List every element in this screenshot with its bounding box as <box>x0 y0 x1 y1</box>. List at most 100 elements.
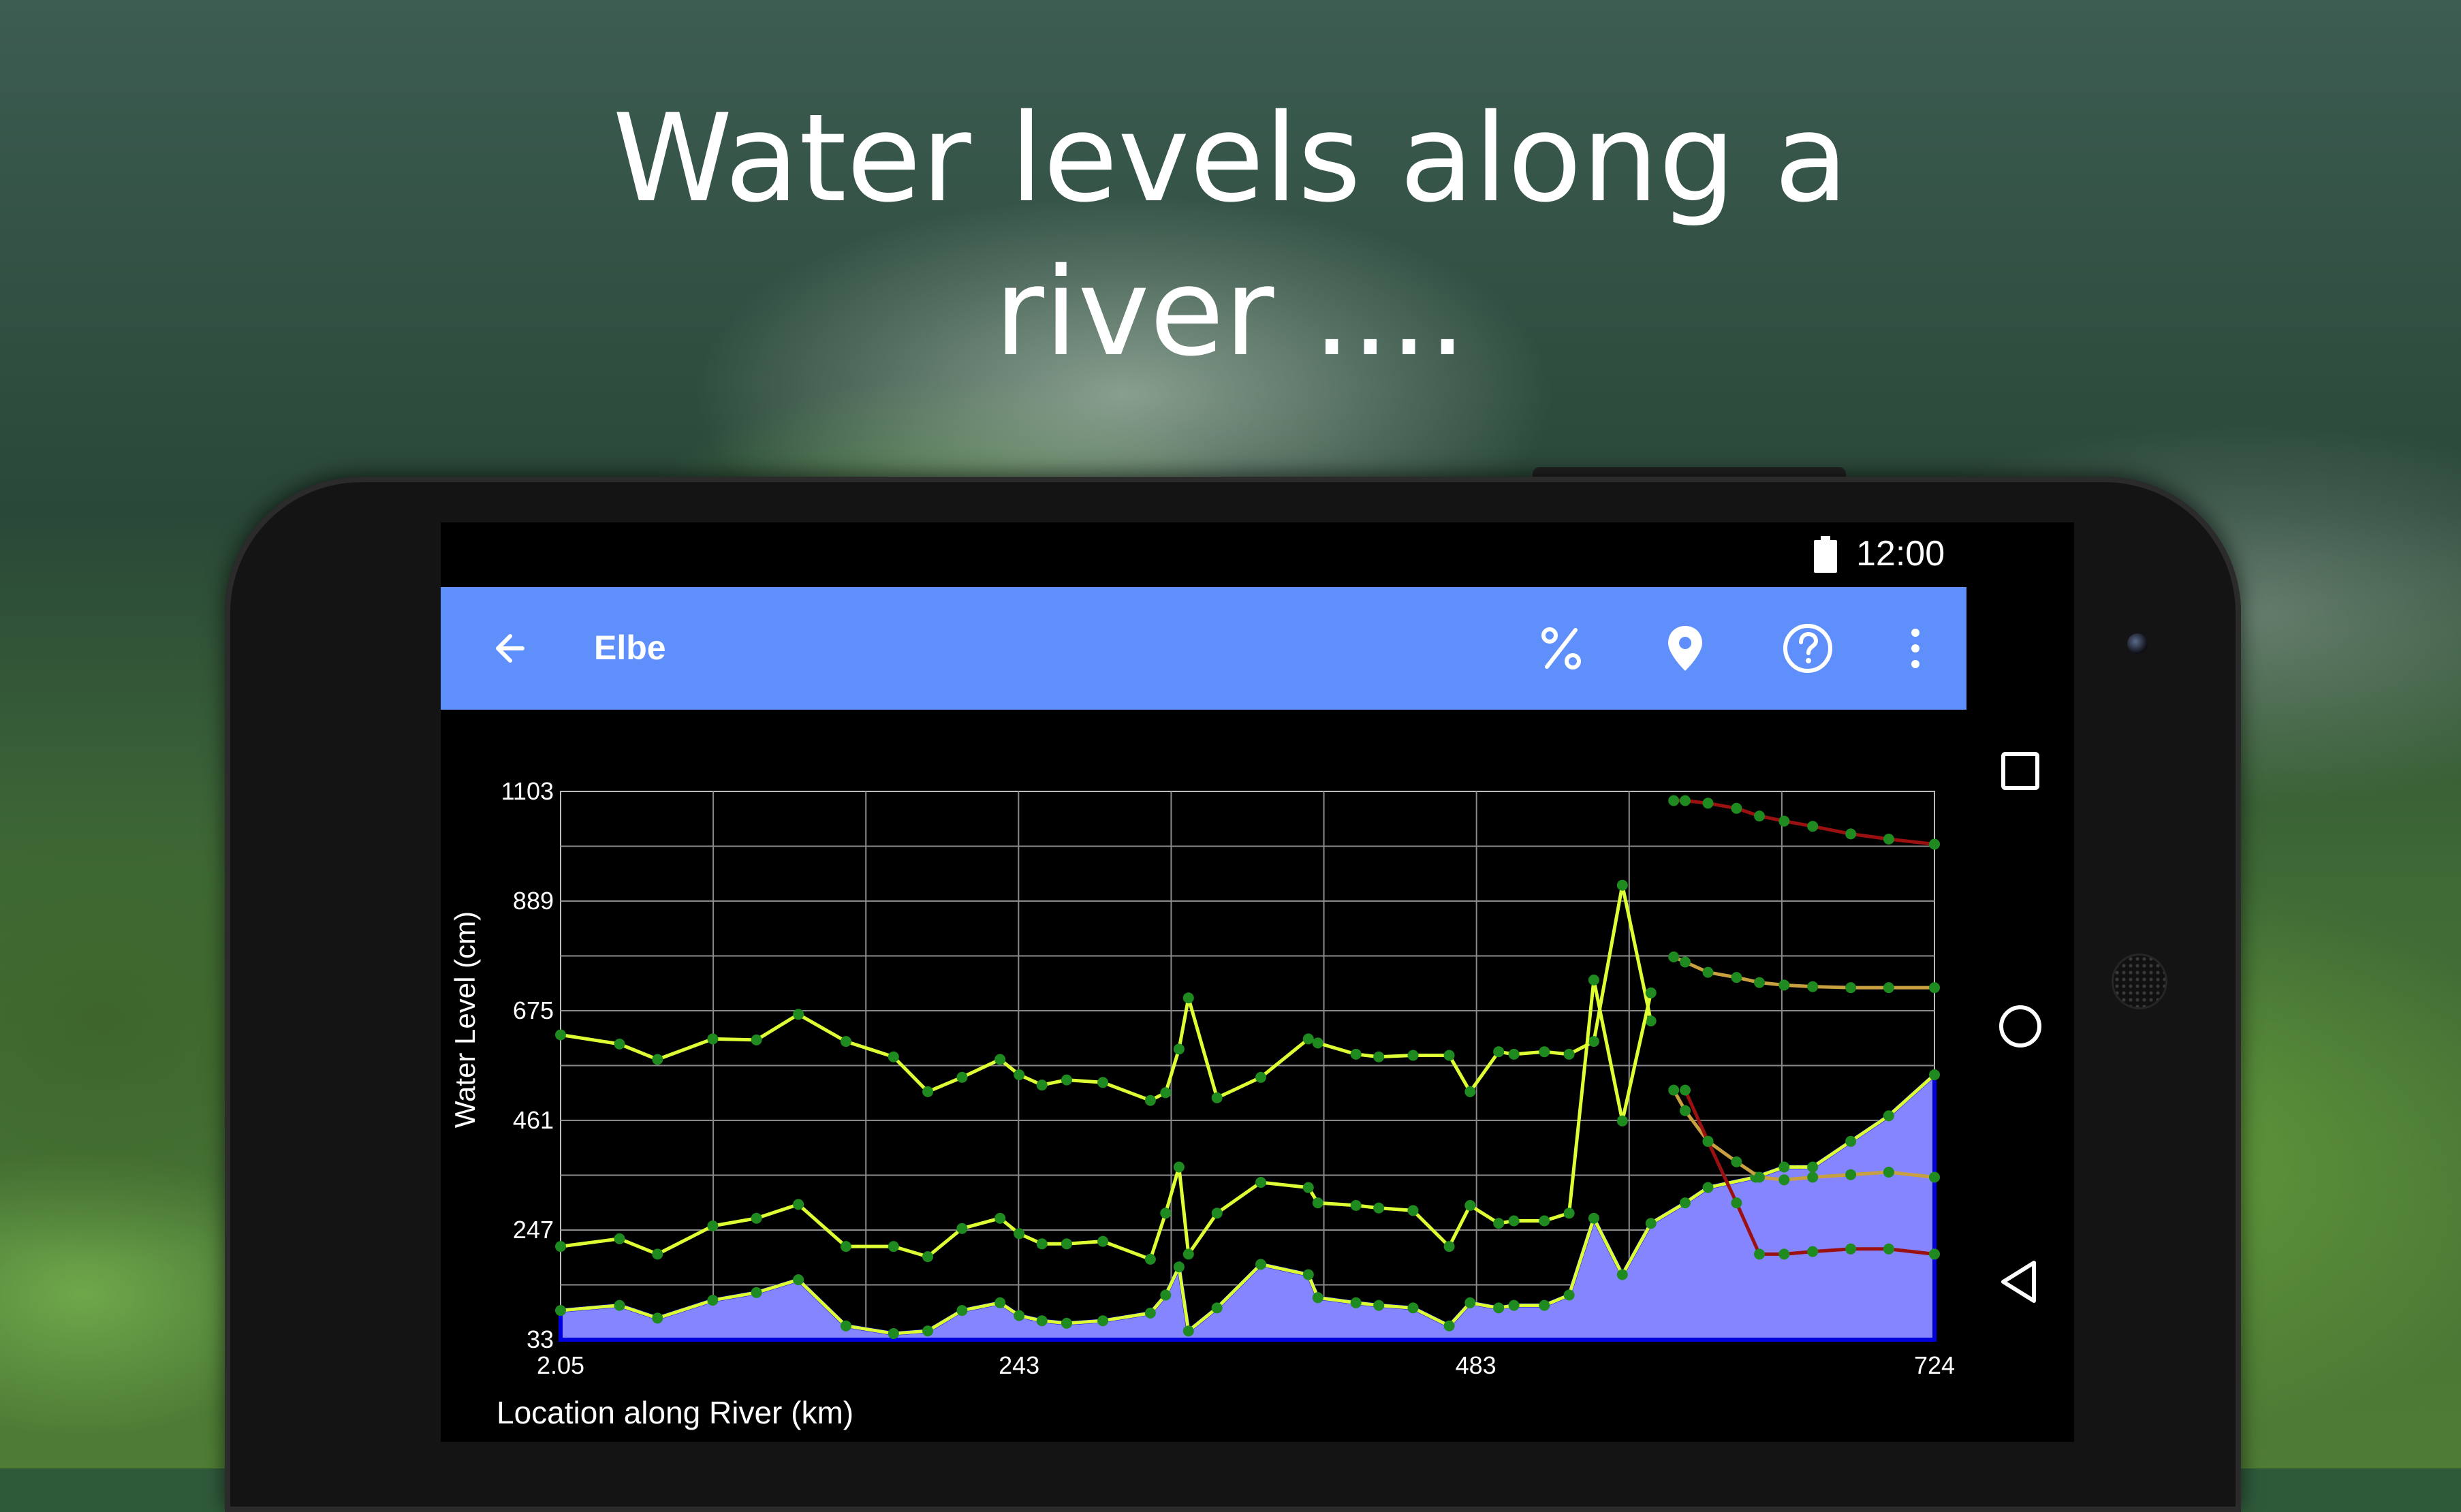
chart-svg: 2.05 243 483 724 1103 889 675 461 247 33 Water Le… <box>449 777 1955 1430</box>
status-bar: 12:00 <box>441 522 2074 587</box>
help-circle-icon[interactable] <box>1777 618 1838 679</box>
data-point <box>840 1241 851 1253</box>
data-point <box>922 1251 934 1263</box>
recent-apps-icon[interactable] <box>1986 737 2054 805</box>
data-point <box>707 1033 719 1045</box>
data-point <box>1778 1174 1790 1186</box>
data-point <box>1182 1325 1194 1337</box>
data-point <box>1845 1169 1857 1180</box>
data-point <box>1883 1167 1894 1178</box>
data-point <box>1883 834 1894 845</box>
data-point <box>956 1223 968 1234</box>
data-point <box>1616 879 1628 891</box>
y-tick-label: 675 <box>513 996 554 1024</box>
map-pin-icon[interactable] <box>1655 618 1716 679</box>
data-point <box>555 1305 566 1317</box>
data-point <box>1014 1310 1025 1321</box>
data-point <box>1255 1259 1266 1270</box>
data-point <box>1350 1199 1362 1211</box>
data-point <box>840 1036 851 1048</box>
data-point <box>555 1241 566 1253</box>
data-point <box>1668 1084 1680 1096</box>
data-point <box>1845 828 1857 840</box>
data-point <box>1211 1302 1223 1314</box>
data-point <box>1443 1320 1455 1332</box>
data-point <box>1508 1048 1520 1060</box>
data-point <box>1680 795 1691 806</box>
more-vertical-icon[interactable] <box>1885 618 1946 679</box>
data-point <box>1807 981 1819 992</box>
data-point <box>1373 1300 1385 1311</box>
data-point <box>652 1054 663 1065</box>
data-point <box>614 1233 625 1244</box>
data-point <box>1702 1135 1714 1147</box>
data-point <box>1173 1261 1185 1273</box>
data-point <box>1312 1037 1323 1049</box>
data-point <box>1097 1077 1109 1088</box>
home-icon[interactable] <box>1986 992 2054 1060</box>
data-point <box>1464 1199 1476 1211</box>
data-point <box>707 1295 719 1306</box>
data-point <box>1014 1069 1025 1080</box>
data-point <box>1754 810 1765 822</box>
data-point <box>1563 1289 1575 1301</box>
data-point <box>1464 1086 1476 1097</box>
data-point <box>840 1320 851 1332</box>
data-point <box>1588 1036 1599 1048</box>
data-point <box>1680 956 1691 968</box>
data-point <box>1160 1087 1172 1099</box>
headline-line-2: river .... <box>994 242 1467 383</box>
phone-speaker <box>2112 954 2167 1009</box>
data-point <box>1373 1051 1385 1062</box>
data-point <box>1929 1069 1940 1080</box>
data-point <box>1061 1238 1072 1250</box>
water-level-chart[interactable]: 2.05 243 483 724 1103 889 675 461 247 33 Water Le… <box>441 710 1966 1442</box>
data-point <box>1097 1315 1109 1327</box>
data-point <box>1680 1197 1691 1209</box>
data-point <box>1680 1105 1691 1116</box>
data-point <box>1588 1212 1599 1224</box>
data-point <box>652 1248 663 1260</box>
y-tick-label: 33 <box>527 1325 554 1353</box>
data-point <box>1160 1208 1172 1219</box>
data-point <box>956 1305 968 1317</box>
data-point <box>1929 1248 1940 1260</box>
data-point <box>1563 1208 1575 1219</box>
data-point <box>1807 1246 1819 1257</box>
phone-screen: 12:00 Elbe 2.05 243 483 724 1103 889 675… <box>441 522 2074 1442</box>
data-point <box>1778 1161 1790 1173</box>
data-point <box>1680 1084 1691 1096</box>
data-point <box>1144 1253 1156 1265</box>
data-point <box>1373 1202 1385 1214</box>
app-title: Elbe <box>594 629 666 667</box>
data-point <box>1508 1300 1520 1311</box>
data-point <box>1539 1215 1550 1227</box>
x-tick-label: 483 <box>1456 1351 1496 1379</box>
data-point <box>1702 798 1714 809</box>
data-point <box>1645 987 1657 998</box>
data-point <box>1144 1094 1156 1106</box>
data-point <box>1350 1048 1362 1060</box>
percent-icon[interactable] <box>1531 618 1592 679</box>
arrow-left-icon[interactable] <box>482 618 543 679</box>
data-point <box>1302 1269 1314 1280</box>
data-point <box>1255 1071 1266 1083</box>
data-point <box>888 1051 899 1062</box>
data-point <box>1160 1289 1172 1301</box>
data-point <box>1929 982 1940 994</box>
data-point <box>1845 982 1857 994</box>
data-point <box>652 1312 663 1324</box>
data-point <box>1883 1243 1894 1255</box>
data-point <box>1312 1197 1323 1209</box>
data-point <box>707 1220 719 1231</box>
data-point <box>1407 1050 1419 1061</box>
x-tick-label: 2.05 <box>537 1351 584 1379</box>
data-point <box>1173 1161 1185 1173</box>
data-point <box>1211 1092 1223 1103</box>
back-triangle-icon[interactable] <box>1986 1248 2054 1316</box>
battery-full-icon <box>1814 536 1837 573</box>
data-point <box>1407 1205 1419 1216</box>
data-point <box>994 1297 1006 1308</box>
x-axis-label: Location along River (km) <box>497 1395 853 1430</box>
status-time: 12:00 <box>1856 534 1945 573</box>
